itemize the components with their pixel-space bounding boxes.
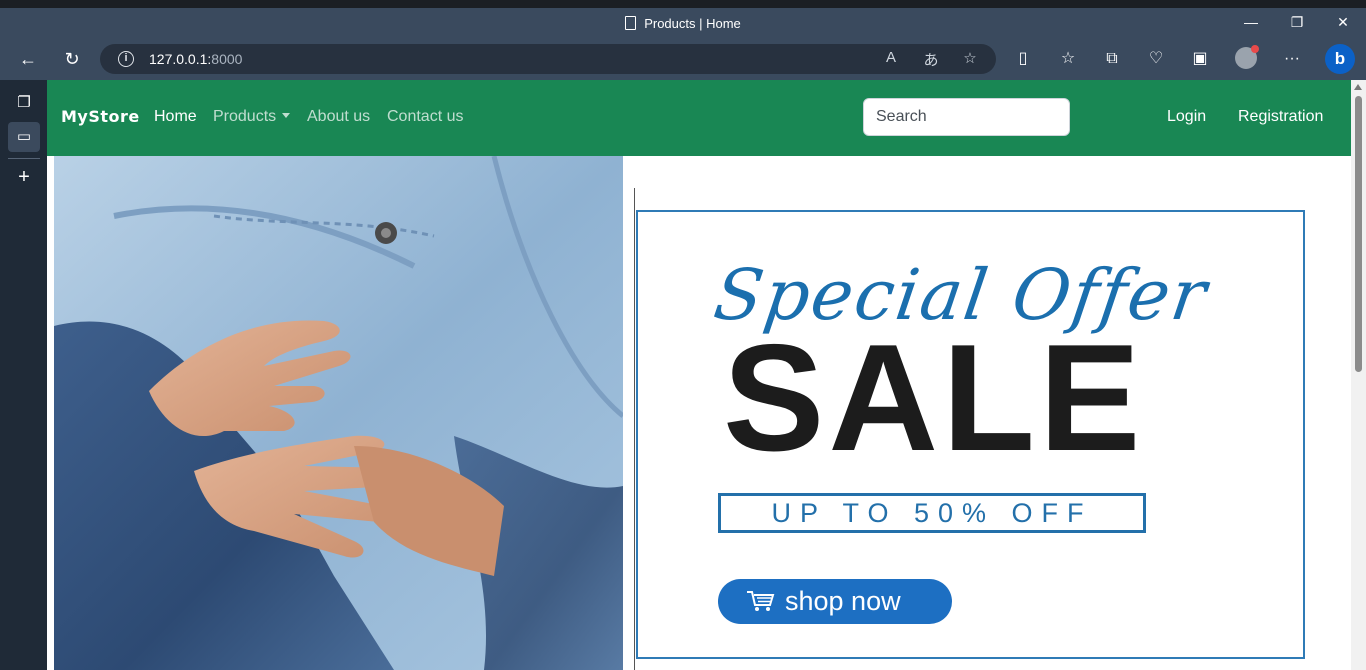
banner-divider [634, 188, 635, 670]
login-link[interactable]: Login [1167, 108, 1206, 126]
vertical-tabs-sidebar: ❐ ▭ + [0, 80, 47, 670]
address-bar[interactable]: i 127.0.0.1:8000 A あ ☆ [100, 44, 996, 74]
url-port: 8000 [211, 51, 243, 67]
site-info-icon[interactable]: i [118, 51, 134, 67]
shop-now-label: shop now [785, 586, 901, 616]
shop-now-button[interactable]: shop now [718, 579, 952, 624]
url-host: 127.0.0.1: [149, 51, 212, 67]
profile-avatar[interactable] [1235, 45, 1259, 69]
nav-contact[interactable]: Contact us [387, 108, 463, 126]
nav-home[interactable]: Home [154, 108, 197, 126]
discount-box: UP TO 50% OFF [718, 493, 1146, 533]
page-viewport: MyStore Home Products About us Contact u… [47, 80, 1351, 670]
bing-copilot-icon[interactable]: b [1325, 44, 1355, 74]
search-input[interactable] [863, 98, 1070, 136]
cart-icon [747, 591, 775, 611]
close-icon[interactable]: ✕ [1328, 14, 1358, 31]
browser-title-bar: Products | Home — ❐ ✕ [0, 0, 1366, 38]
document-icon [625, 16, 637, 30]
split-screen-icon[interactable]: ▯ [1010, 46, 1036, 72]
back-icon[interactable]: ← [14, 46, 42, 72]
url-text: 127.0.0.1:8000 [149, 51, 242, 67]
restore-icon[interactable]: ❐ [1282, 14, 1312, 31]
nav-products-dropdown[interactable]: Products [213, 108, 291, 126]
tabs-divider [8, 158, 40, 159]
refresh-icon[interactable]: ↻ [58, 46, 86, 72]
browser-essentials-icon[interactable]: ♡ [1143, 46, 1169, 72]
tab-actions-icon[interactable]: ❐ [8, 88, 40, 118]
read-aloud-icon[interactable]: A [880, 49, 902, 66]
collections-icon[interactable]: ⧉ [1099, 46, 1125, 72]
chevron-down-icon [282, 113, 291, 118]
translate-icon[interactable]: あ [920, 49, 942, 70]
browser-toolbar: ← ↻ i 127.0.0.1:8000 A あ ☆ ▯ ☆ ⧉ ♡ ▣ ··· [0, 38, 1366, 80]
scroll-up-arrow[interactable] [1354, 84, 1362, 90]
registration-link[interactable]: Registration [1238, 108, 1323, 126]
sale-heading: SALE [723, 313, 1145, 483]
brand-logo[interactable]: MyStore [61, 107, 140, 126]
denim-jacket-illustration [54, 156, 623, 670]
notification-dot [1251, 45, 1259, 53]
minimize-icon[interactable]: — [1236, 14, 1266, 30]
favorite-star-icon[interactable]: ☆ [959, 49, 981, 67]
new-tab-icon[interactable]: + [8, 162, 40, 192]
nav-about[interactable]: About us [307, 108, 370, 126]
sidebar-toggle-icon[interactable]: ▣ [1187, 46, 1213, 72]
favorites-icon[interactable]: ☆ [1055, 46, 1081, 72]
site-navbar: MyStore Home Products About us Contact u… [47, 80, 1351, 156]
hero-denim-image [54, 156, 623, 670]
window-title-text: Products | Home [644, 16, 741, 31]
scrollbar-thumb[interactable] [1355, 96, 1362, 372]
window-title: Products | Home [0, 16, 1366, 31]
more-options-icon[interactable]: ··· [1279, 46, 1305, 72]
page-scrollbar[interactable] [1351, 80, 1366, 670]
active-tab-icon[interactable]: ▭ [8, 122, 40, 152]
nav-products-label: Products [213, 108, 277, 125]
